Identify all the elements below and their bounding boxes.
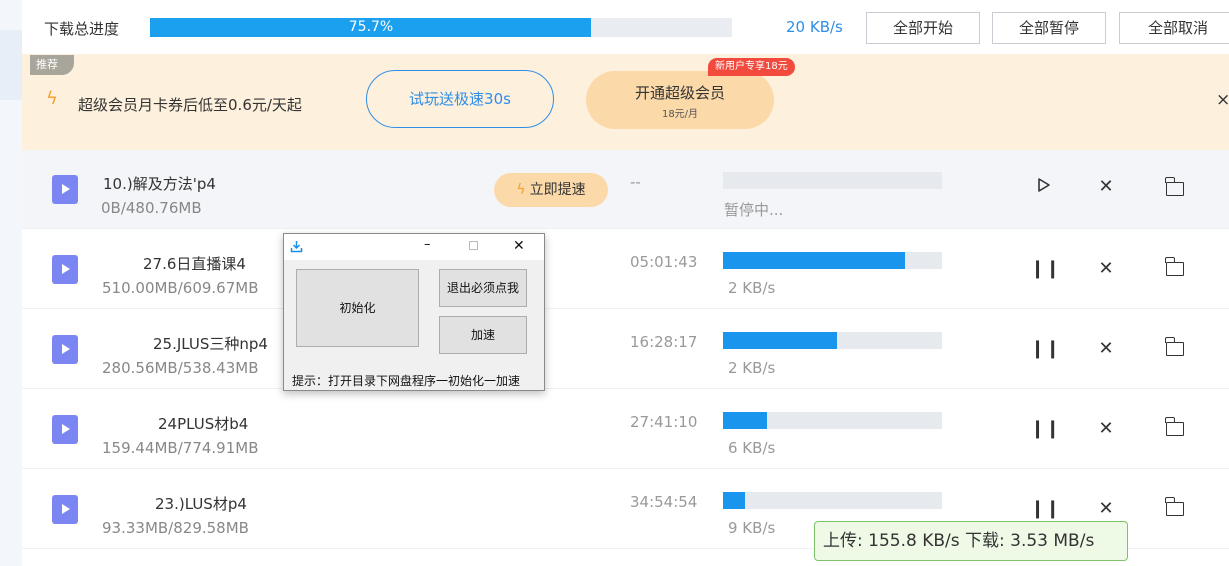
download-icon [290, 241, 303, 253]
minimize-icon[interactable]: – [424, 237, 431, 252]
window-titlebar: – ✕ [284, 234, 544, 260]
video-file-icon [52, 335, 78, 364]
speed-overlay[interactable]: 上传: 155.8 KB/s 下载: 3.53 MB/s [814, 521, 1128, 561]
open-vip-button[interactable]: 开通超级会员 18元/月 [586, 71, 774, 129]
speed-overlay-text: 上传: 155.8 KB/s 下载: 3.53 MB/s [823, 531, 1095, 551]
lightning-icon: ϟ [46, 88, 58, 109]
video-file-icon [52, 255, 78, 284]
folder-icon[interactable] [1165, 337, 1184, 356]
remaining-time: 34:54:54 [630, 493, 698, 511]
row-status: 9 KB/s [728, 519, 776, 537]
video-file-icon [52, 415, 78, 444]
video-file-icon [52, 175, 78, 204]
folder-icon[interactable] [1165, 497, 1184, 516]
row-progress-fill [723, 492, 745, 509]
remaining-time: -- [630, 173, 641, 191]
row-progress-fill [723, 412, 767, 429]
left-sidebar-strip [0, 0, 22, 566]
row-progress-bar [723, 252, 942, 269]
exit-button[interactable]: 退出必须点我 [439, 269, 527, 307]
trial-speed-button[interactable]: 试玩送极速30s [366, 70, 554, 128]
row-status: 6 KB/s [728, 439, 776, 457]
close-icon[interactable]: ✕ [1094, 176, 1118, 197]
pause-icon[interactable]: ❙❙ [1030, 338, 1060, 359]
close-icon[interactable]: ✕ [1094, 258, 1118, 279]
promo-text: 超级会员月卡券后低至0.6元/天起 [78, 96, 302, 114]
close-promo-icon[interactable]: × [1216, 90, 1229, 110]
accelerate-button[interactable]: 加速 [439, 316, 527, 354]
accelerator-window: – ✕ 初始化 退出必须点我 加速 提示：打开目录下网盘程序一初始化一加速 [283, 233, 545, 391]
close-icon[interactable]: ✕ [1094, 498, 1118, 519]
file-size: 510.00MB/609.67MB [102, 279, 259, 297]
resume-icon[interactable] [1032, 177, 1056, 198]
file-size: 0B/480.76MB [101, 199, 202, 217]
pause-all-button[interactable]: 全部暂停 [992, 12, 1106, 44]
file-size: 159.44MB/774.91MB [102, 439, 259, 457]
file-name: 24PLUS材b4 [158, 415, 249, 433]
folder-icon[interactable] [1165, 257, 1184, 276]
folder-icon[interactable] [1165, 417, 1184, 436]
remaining-time: 27:41:10 [630, 413, 698, 431]
close-icon[interactable]: ✕ [1094, 338, 1118, 359]
row-status: 2 KB/s [728, 359, 776, 377]
row-progress-fill [723, 252, 905, 269]
row-progress-bar [723, 332, 942, 349]
boost-button[interactable]: ϟ 立即提速 [494, 173, 608, 207]
video-file-icon [52, 495, 78, 524]
file-name: 10.)解及方法'p4 [103, 175, 216, 193]
remaining-time: 16:28:17 [630, 333, 698, 351]
file-name: 25.JLUS三种np4 [153, 335, 268, 353]
row-status: 2 KB/s [728, 279, 776, 297]
folder-icon[interactable] [1165, 177, 1184, 196]
file-size: 280.56MB/538.43MB [102, 359, 259, 377]
vip-button-label: 开通超级会员 [634, 84, 725, 102]
pause-icon[interactable]: ❙❙ [1030, 418, 1060, 439]
lightning-icon: ϟ [516, 182, 526, 198]
row-status: 暂停中... [724, 201, 784, 219]
init-button[interactable]: 初始化 [296, 269, 419, 347]
vip-price: 18元/月 [661, 109, 699, 120]
file-size: 93.33MB/829.58MB [102, 519, 249, 537]
total-speed: 20 KB/s [786, 18, 843, 36]
new-user-badge: 新用户专享18元 [708, 58, 795, 76]
close-icon[interactable]: ✕ [513, 238, 525, 254]
boost-label: 立即提速 [529, 182, 586, 198]
row-progress-bar [723, 492, 942, 509]
close-icon[interactable]: ✕ [1094, 418, 1118, 439]
hint-text: 提示：打开目录下网盘程序一初始化一加速 [292, 374, 521, 388]
start-all-button[interactable]: 全部开始 [866, 12, 980, 44]
row-progress-bar [723, 172, 942, 189]
sidebar-highlight [0, 30, 22, 100]
remaining-time: 05:01:43 [630, 253, 698, 271]
file-name: 23.)LUS材p4 [155, 495, 247, 513]
row-progress-fill [723, 332, 837, 349]
total-progress-label: 下载总进度 [44, 20, 120, 38]
promo-tag: 推荐 [30, 55, 74, 75]
row-progress-bar [723, 412, 942, 429]
maximize-icon[interactable] [469, 241, 478, 250]
file-name: 27.6日直播课4 [143, 255, 246, 273]
pause-icon[interactable]: ❙❙ [1030, 258, 1060, 279]
cancel-all-button[interactable]: 全部取消 [1119, 12, 1229, 44]
total-progress-percent: 75.7% [348, 19, 394, 35]
pause-icon[interactable]: ❙❙ [1030, 498, 1060, 519]
